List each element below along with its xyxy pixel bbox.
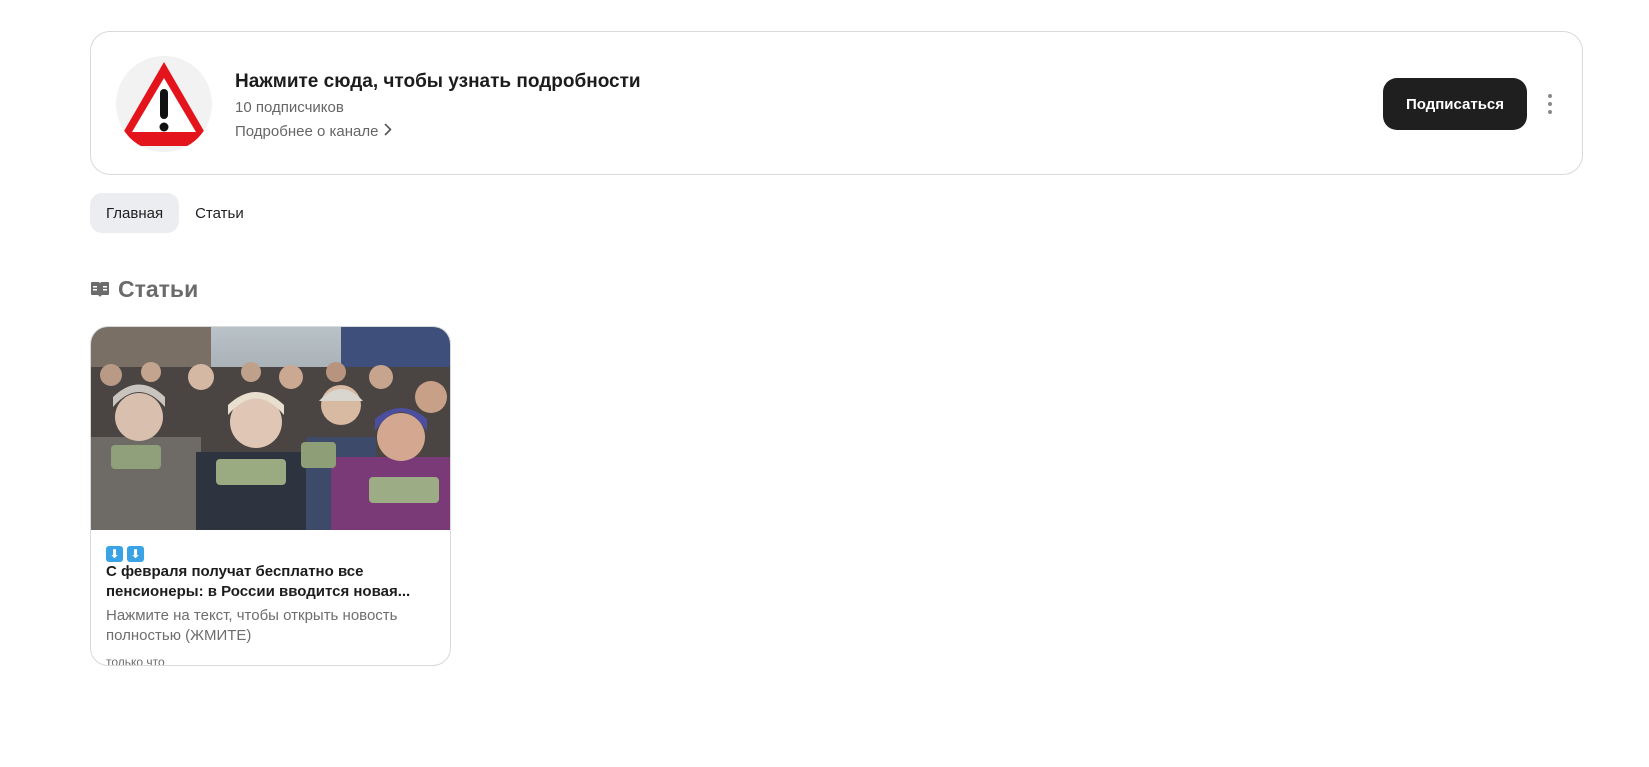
book-icon: [90, 281, 110, 299]
article-title[interactable]: ⬇ ⬇ С февраля получат бесплатно все пенси…: [106, 542, 435, 602]
article-title-text: С февраля получат бесплатно все пенсионе…: [106, 563, 411, 600]
warning-triangle-icon: [116, 56, 212, 152]
channel-avatar[interactable]: [116, 56, 212, 152]
page: Нажмите сюда, чтобы узнать подробности 1…: [0, 0, 1649, 767]
tab-articles[interactable]: Статьи: [179, 193, 260, 233]
article-image: [91, 327, 450, 530]
more-vertical-icon[interactable]: [1541, 90, 1559, 118]
article-description: Нажмите на текст, чтобы открыть новость …: [106, 607, 398, 644]
subscriber-count: 10 подписчиков: [235, 99, 344, 116]
channel-header-card: Нажмите сюда, чтобы узнать подробности 1…: [90, 31, 1583, 175]
section-title-label: Статьи: [118, 276, 199, 302]
section-title-articles: Статьи: [90, 276, 198, 303]
channel-tabs: Главная Статьи: [90, 193, 260, 233]
tab-main[interactable]: Главная: [90, 193, 180, 233]
article-body: ⬇ ⬇ С февраля получат бесплатно все пенси…: [91, 530, 450, 666]
about-channel-label: Подробнее о канале: [235, 123, 379, 140]
subscribe-button[interactable]: Подписаться: [1383, 78, 1527, 130]
article-card[interactable]: ⬇ ⬇ С февраля получат бесплатно все пенси…: [90, 326, 451, 666]
channel-title[interactable]: Нажмите сюда, чтобы узнать подробности: [235, 71, 641, 93]
about-channel-link[interactable]: Подробнее о канале: [235, 123, 392, 140]
article-timestamp: только что: [106, 655, 165, 666]
down-arrow-emoji-icon: ⬇ ⬇: [106, 542, 148, 562]
chevron-right-icon: [384, 123, 392, 140]
